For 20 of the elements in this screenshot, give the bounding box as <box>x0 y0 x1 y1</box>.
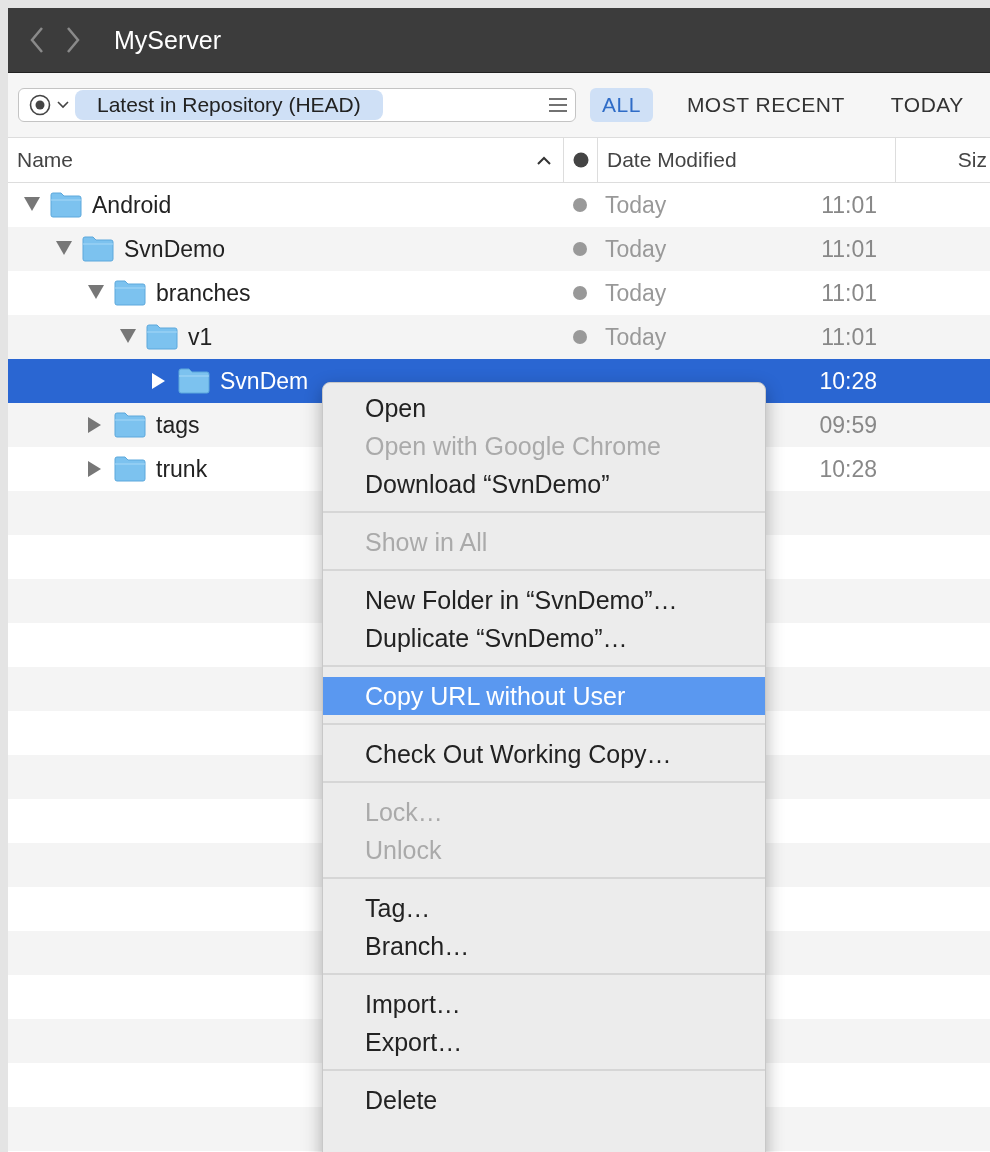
window-title: MyServer <box>114 25 221 55</box>
time-text: 10:28 <box>818 367 877 395</box>
folder-name: SvnDemo <box>124 235 225 263</box>
date-text: Today <box>605 323 667 350</box>
time-text: 09:59 <box>818 411 877 439</box>
folder-name: v1 <box>188 323 213 351</box>
folder-name: trunk <box>156 455 208 483</box>
time-text: 11:01 <box>820 323 877 351</box>
revision-token: Latest in Repository (HEAD) <box>75 90 383 120</box>
folder-name: Android <box>92 191 172 219</box>
time-text: 11:01 <box>820 191 877 219</box>
time-text: 10:28 <box>818 455 877 483</box>
folder-name: SvnDem <box>220 367 309 395</box>
time-text: 11:01 <box>820 235 877 263</box>
date-text: Today <box>605 191 667 218</box>
date-text: Today <box>605 235 667 262</box>
folder-name: tags <box>156 411 200 439</box>
time-text: 11:01 <box>820 279 877 307</box>
date-text: Today <box>605 279 667 306</box>
folder-name: branches <box>156 279 251 307</box>
